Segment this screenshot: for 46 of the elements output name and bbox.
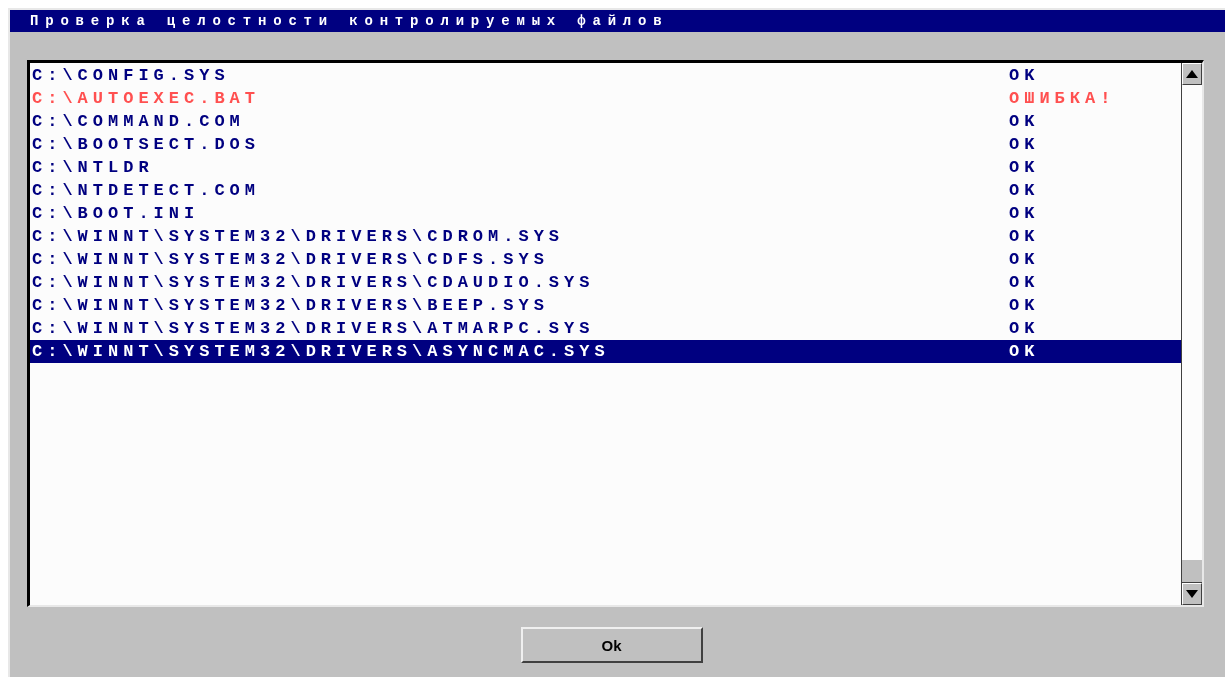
file-status: OK: [1009, 158, 1040, 177]
file-row[interactable]: C:\CONFIG.SYS OK: [30, 64, 1181, 87]
file-status: OK: [1009, 181, 1040, 200]
file-status: OK: [1009, 296, 1040, 315]
file-path: C:\CONFIG.SYS: [31, 66, 231, 85]
file-row[interactable]: C:\NTLDR OK: [30, 156, 1181, 179]
file-row[interactable]: C:\NTDETECT.COM OK: [30, 179, 1181, 202]
file-path: C:\WINNT\SYSTEM32\DRIVERS\ASYNCMAC.SYS: [31, 342, 611, 361]
file-status: OK: [1009, 342, 1040, 361]
window-title: Проверка целостности контролируемых файлов: [30, 13, 669, 29]
file-status: OK: [1009, 112, 1040, 131]
file-row[interactable]: C:\WINNT\SYSTEM32\DRIVERS\CDAUDIO.SYS OK: [30, 271, 1181, 294]
up-arrow-icon: [1185, 69, 1199, 79]
scroll-down-button[interactable]: [1182, 583, 1202, 605]
file-status: OK: [1009, 273, 1040, 292]
file-path: C:\BOOTSECT.DOS: [31, 135, 262, 154]
file-row[interactable]: C:\WINNT\SYSTEM32\DRIVERS\ATMARPC.SYS OK: [30, 317, 1181, 340]
file-status: OK: [1009, 250, 1040, 269]
file-row[interactable]: C:\WINNT\SYSTEM32\DRIVERS\BEEP.SYS OK: [30, 294, 1181, 317]
scrollbar[interactable]: [1181, 63, 1202, 605]
down-arrow-icon: [1185, 589, 1199, 599]
file-path: C:\NTLDR: [31, 158, 155, 177]
file-path: C:\WINNT\SYSTEM32\DRIVERS\BEEP.SYS: [31, 296, 550, 315]
file-path: C:\WINNT\SYSTEM32\DRIVERS\CDROM.SYS: [31, 227, 566, 246]
file-path: C:\WINNT\SYSTEM32\DRIVERS\CDAUDIO.SYS: [31, 273, 596, 292]
file-status: OK: [1009, 204, 1040, 223]
scroll-up-button[interactable]: [1182, 63, 1202, 85]
file-row[interactable]: C:\BOOTSECT.DOS OK: [30, 133, 1181, 156]
file-row[interactable]: C:\WINNT\SYSTEM32\DRIVERS\ASYNCMAC.SYS OK: [30, 340, 1181, 363]
file-status: OK: [1009, 135, 1040, 154]
file-path: C:\WINNT\SYSTEM32\DRIVERS\ATMARPC.SYS: [31, 319, 596, 338]
file-path: C:\WINNT\SYSTEM32\DRIVERS\CDFS.SYS: [31, 250, 550, 269]
file-row[interactable]: C:\WINNT\SYSTEM32\DRIVERS\CDFS.SYS OK: [30, 248, 1181, 271]
ok-button[interactable]: Ok: [520, 627, 703, 663]
file-status: OK: [1009, 319, 1040, 338]
file-row[interactable]: C:\COMMAND.COM OK: [30, 110, 1181, 133]
file-path: C:\COMMAND.COM: [31, 112, 246, 131]
file-path: C:\NTDETECT.COM: [31, 181, 262, 200]
file-row[interactable]: C:\WINNT\SYSTEM32\DRIVERS\CDROM.SYS OK: [30, 225, 1181, 248]
file-status: OK: [1009, 227, 1040, 246]
file-row[interactable]: C:\BOOT.INI OK: [30, 202, 1181, 225]
file-status: ОШИБКА!: [1009, 89, 1116, 108]
scroll-thumb[interactable]: [1182, 560, 1202, 583]
file-status: OK: [1009, 66, 1040, 85]
file-path: C:\BOOT.INI: [31, 204, 201, 223]
file-path: C:\AUTOEXEC.BAT: [31, 89, 262, 108]
